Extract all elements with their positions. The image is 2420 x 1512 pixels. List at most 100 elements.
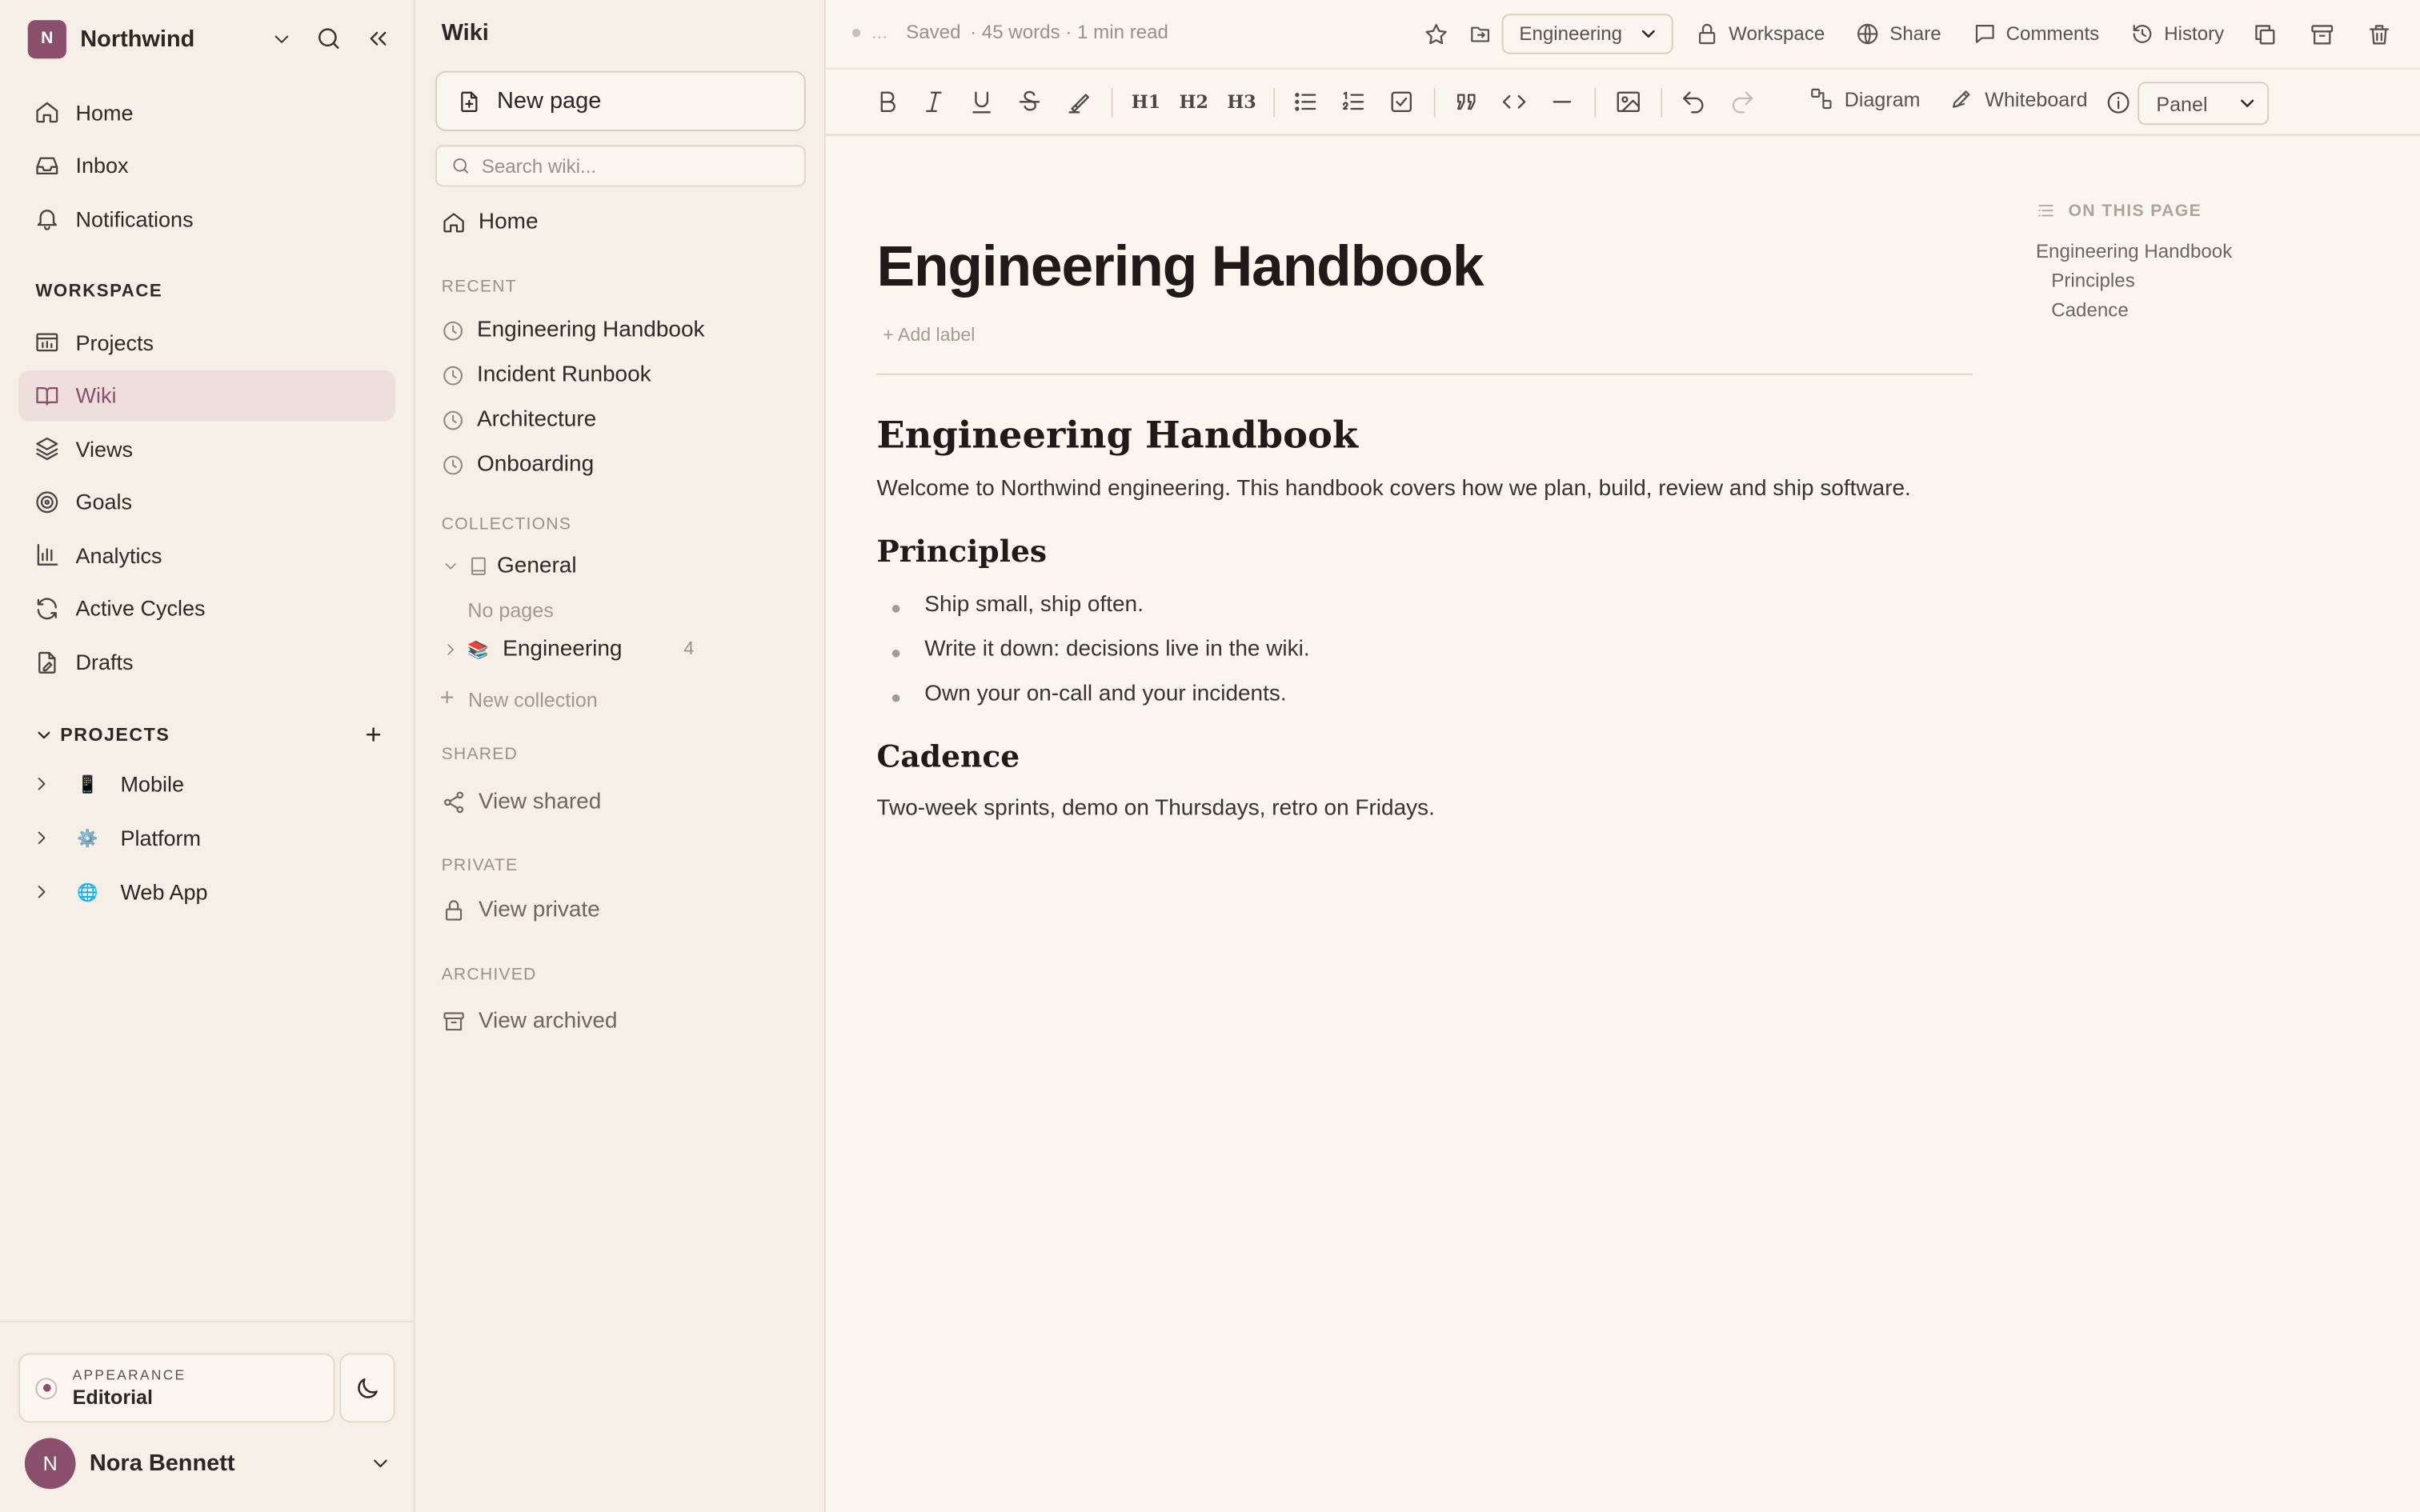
collection-general[interactable]: General [442,548,577,585]
editor-main: ● ... Saved · 45 words · 1 min read Engi… [825,0,2420,1512]
page-title[interactable]: Engineering Handbook [877,234,1484,299]
view-archived-link[interactable]: View archived [442,1003,618,1040]
bold-icon[interactable] [874,88,902,116]
whiteboard-button[interactable]: Whiteboard [1949,86,2088,111]
numbered-list-icon[interactable] [1340,88,1368,116]
view-private-link[interactable]: View private [442,892,600,929]
recent-label: RECENT [441,278,517,297]
projects-section-header[interactable]: PROJECTS + [34,718,383,751]
table-of-contents: ON THIS PAGE Engineering Handbook Princi… [2036,201,2345,321]
recent-item[interactable]: Incident Runbook [442,357,651,394]
history-icon [2133,25,2152,43]
collection-engineering[interactable]: 📚 Engineering [442,631,622,668]
toolbar-divider [1273,87,1276,118]
chevron-down-icon[interactable] [442,557,460,575]
chevron-right-icon[interactable] [31,881,53,902]
horizontal-rule-icon[interactable] [1548,88,1576,116]
save-status: ● ... Saved · 45 words · 1 min read [851,22,1168,43]
toc-item[interactable]: Principles [2051,270,2135,292]
nav-item-active-cycles[interactable]: Active Cycles [18,583,395,634]
chevron-down-icon[interactable] [34,725,54,745]
workspace-logo[interactable]: N [27,19,66,58]
code-icon[interactable] [1500,88,1529,116]
chevron-right-icon[interactable] [31,773,53,794]
project-item-web-app[interactable]: 🌐 Web App [31,872,387,912]
new-page-button[interactable]: New page [435,70,806,131]
workspace-visibility-button[interactable]: Workspace [1695,22,1825,46]
strikethrough-icon[interactable] [1016,88,1044,116]
heading-3-button[interactable]: H3 [1227,91,1256,113]
recent-item[interactable]: Onboarding [442,446,594,482]
project-name: Web App [120,879,208,905]
collection-emoji: 📚 [467,641,489,660]
redo-icon[interactable] [1729,88,1757,116]
nav-item-inbox[interactable]: Inbox [18,140,395,191]
collection-select[interactable]: Engineering [1502,14,1673,54]
image-icon[interactable] [1614,88,1642,116]
wiki-home-label: Home [478,210,539,235]
toc-item[interactable]: Engineering Handbook [2036,241,2232,262]
quote-icon[interactable] [1452,88,1480,116]
delete-icon[interactable] [2366,21,2393,47]
nav-item-goals[interactable]: Goals [18,477,395,528]
recent-item[interactable]: Architecture [442,401,596,438]
list-item: Write it down: decisions live in the wik… [891,637,1310,662]
nav-item-wiki[interactable]: Wiki [18,370,395,421]
draft-icon [38,651,56,673]
workspace-switcher-chevron-icon[interactable] [270,27,294,50]
underline-icon[interactable] [968,88,996,116]
view-shared-link[interactable]: View shared [442,784,601,821]
lock-icon [1699,23,1716,45]
toolbar-divider [1661,87,1663,118]
toc-item[interactable]: Cadence [2051,299,2129,321]
collapse-sidebar-icon[interactable] [364,25,392,53]
move-page-icon[interactable] [1468,22,1493,46]
comments-button[interactable]: Comments [1972,22,2099,46]
duplicate-icon[interactable] [2252,21,2278,47]
chevron-right-icon[interactable] [31,827,53,849]
new-collection-label: New collection [468,687,598,711]
share-button[interactable]: Share [1856,22,1941,46]
favorite-star-icon[interactable] [1424,21,1450,47]
recent-item[interactable]: Engineering Handbook [442,312,705,349]
chevron-down-icon[interactable] [369,1451,392,1474]
archive-icon[interactable] [2309,21,2335,47]
diagram-button[interactable]: Diagram [1809,86,1921,111]
project-item-platform[interactable]: ⚙️ Platform [31,818,387,858]
workspace-name[interactable]: Northwind [80,26,194,52]
chevron-right-icon[interactable] [442,640,460,658]
nav-item-home[interactable]: Home [18,86,395,138]
new-collection-button[interactable]: + New collection [440,681,598,718]
project-emoji: ⚙️ [77,829,98,848]
nav-item-drafts[interactable]: Drafts [18,637,395,688]
nav-item-analytics[interactable]: Analytics [18,530,395,581]
wiki-home-link[interactable]: Home [442,204,539,241]
project-item-mobile[interactable]: 📱 Mobile [31,764,387,804]
info-icon[interactable] [2105,90,2132,116]
add-project-icon[interactable]: + [365,718,383,751]
nav-item-views[interactable]: Views [18,423,395,474]
wiki-panel: Wiki New page Search wiki... Home RECENT… [415,0,826,1512]
bullet-list-icon[interactable] [1292,88,1320,116]
projects-icon [36,333,58,352]
wiki-search-input[interactable]: Search wiki... [435,145,806,187]
doc-paragraph: Two-week sprints, demo on Thursdays, ret… [876,796,1435,822]
nav-item-projects[interactable]: Projects [18,316,395,367]
user-menu[interactable]: N Nora Bennett [24,1437,392,1490]
italic-icon[interactable] [920,88,948,116]
nav-item-label: Goals [75,489,133,514]
project-name: Platform [120,825,201,850]
undo-icon[interactable] [1679,88,1707,116]
heading-1-button[interactable]: H1 [1132,91,1160,113]
recent-item-label: Incident Runbook [476,362,651,388]
heading-2-button[interactable]: H2 [1180,91,1208,113]
search-icon[interactable] [315,25,343,53]
history-button[interactable]: History [2130,22,2224,46]
checklist-icon[interactable] [1388,88,1416,116]
panel-select[interactable]: Panel [2138,82,2270,126]
dark-mode-toggle[interactable] [339,1353,395,1423]
add-label-button[interactable]: + Add label [883,324,975,346]
appearance-selector[interactable]: APPEARANCE Editorial [18,1353,335,1423]
nav-item-notifications[interactable]: Notifications [18,193,395,244]
highlight-icon[interactable] [1065,88,1093,116]
